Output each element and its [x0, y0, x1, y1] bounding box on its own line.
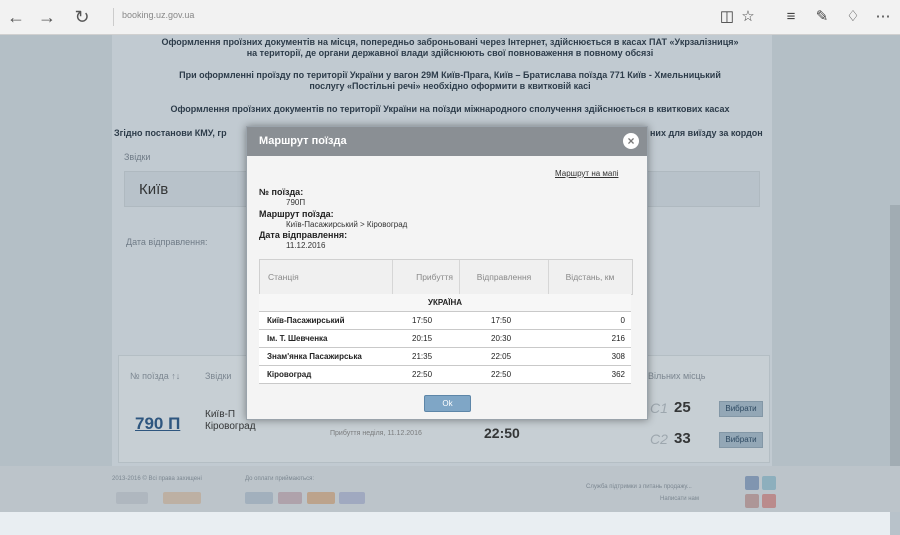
departure-time: 22:50	[491, 370, 512, 379]
modal-title: Маршрут поїзда	[259, 135, 347, 147]
forward-icon[interactable]: →	[37, 7, 57, 27]
distance-km: 308	[611, 352, 625, 361]
route-map-link[interactable]: Маршрут на мапі	[555, 169, 618, 178]
web-note-icon[interactable]: ✎	[812, 7, 832, 27]
train-number-label: № поїзда:	[259, 187, 304, 197]
table-row: Знам'янка Пасажирська 21:35 22:05 308	[259, 348, 631, 366]
distance-km: 216	[611, 334, 625, 343]
close-icon[interactable]: ×	[623, 133, 639, 149]
route-value: Київ-Пасажирський > Кіровоград	[286, 220, 408, 229]
address-bar[interactable]: booking.uz.gov.ua	[122, 10, 194, 20]
route-label: Маршрут поїзда:	[259, 209, 334, 219]
departure-time: 20:30	[491, 334, 512, 343]
route-table-header: Станція Прибуття Відправлення Відстань, …	[259, 259, 633, 295]
modal-header: Маршрут поїзда ×	[247, 127, 647, 156]
table-row: Ім. Т. Шевченка 20:15 20:30 216	[259, 330, 631, 348]
country-row: УКРАЇНА	[259, 294, 631, 312]
back-icon[interactable]: ←	[6, 7, 26, 27]
departure-date-value: 11.12.2016	[286, 241, 326, 250]
more-icon[interactable]: ⋯	[873, 7, 893, 27]
distance-km: 0	[620, 316, 625, 325]
departure-date-label: Дата відправлення:	[259, 230, 348, 240]
arrival-time: 17:50	[412, 316, 433, 325]
hub-icon[interactable]: ≡	[781, 7, 801, 27]
station-name: Київ-Пасажирський	[267, 316, 345, 325]
header-arrival: Прибуття	[393, 260, 460, 294]
refresh-icon[interactable]: ↻	[72, 7, 92, 27]
toolbar-separator	[113, 8, 114, 26]
share-icon[interactable]: ♢	[843, 7, 863, 27]
departure-time: 22:05	[491, 352, 512, 361]
arrival-time: 21:35	[412, 352, 433, 361]
header-departure: Відправлення	[460, 260, 549, 294]
train-route-modal: Маршрут поїзда × Маршрут на мапі № поїзд…	[246, 126, 648, 420]
favorite-star-icon[interactable]: ☆	[738, 7, 758, 27]
arrival-time: 22:50	[412, 370, 433, 379]
ok-button[interactable]: Ok	[424, 395, 471, 412]
arrival-time: 20:15	[412, 334, 433, 343]
table-row: Київ-Пасажирський 17:50 17:50 0	[259, 312, 631, 330]
station-name: Ім. Т. Шевченка	[267, 334, 328, 343]
table-row: Кіровоград 22:50 22:50 362	[259, 366, 631, 384]
browser-toolbar: ← → ↻ booking.uz.gov.ua ◫ ☆ ≡ ✎ ♢ ⋯	[0, 0, 900, 35]
station-name: Кіровоград	[267, 370, 312, 379]
departure-time: 17:50	[491, 316, 512, 325]
station-name: Знам'янка Пасажирська	[267, 352, 362, 361]
header-station: Станція	[260, 260, 393, 294]
train-number-value: 790П	[286, 198, 306, 207]
reading-view-icon[interactable]: ◫	[717, 7, 737, 27]
header-distance: Відстань, км	[565, 272, 615, 282]
distance-km: 362	[611, 370, 625, 379]
